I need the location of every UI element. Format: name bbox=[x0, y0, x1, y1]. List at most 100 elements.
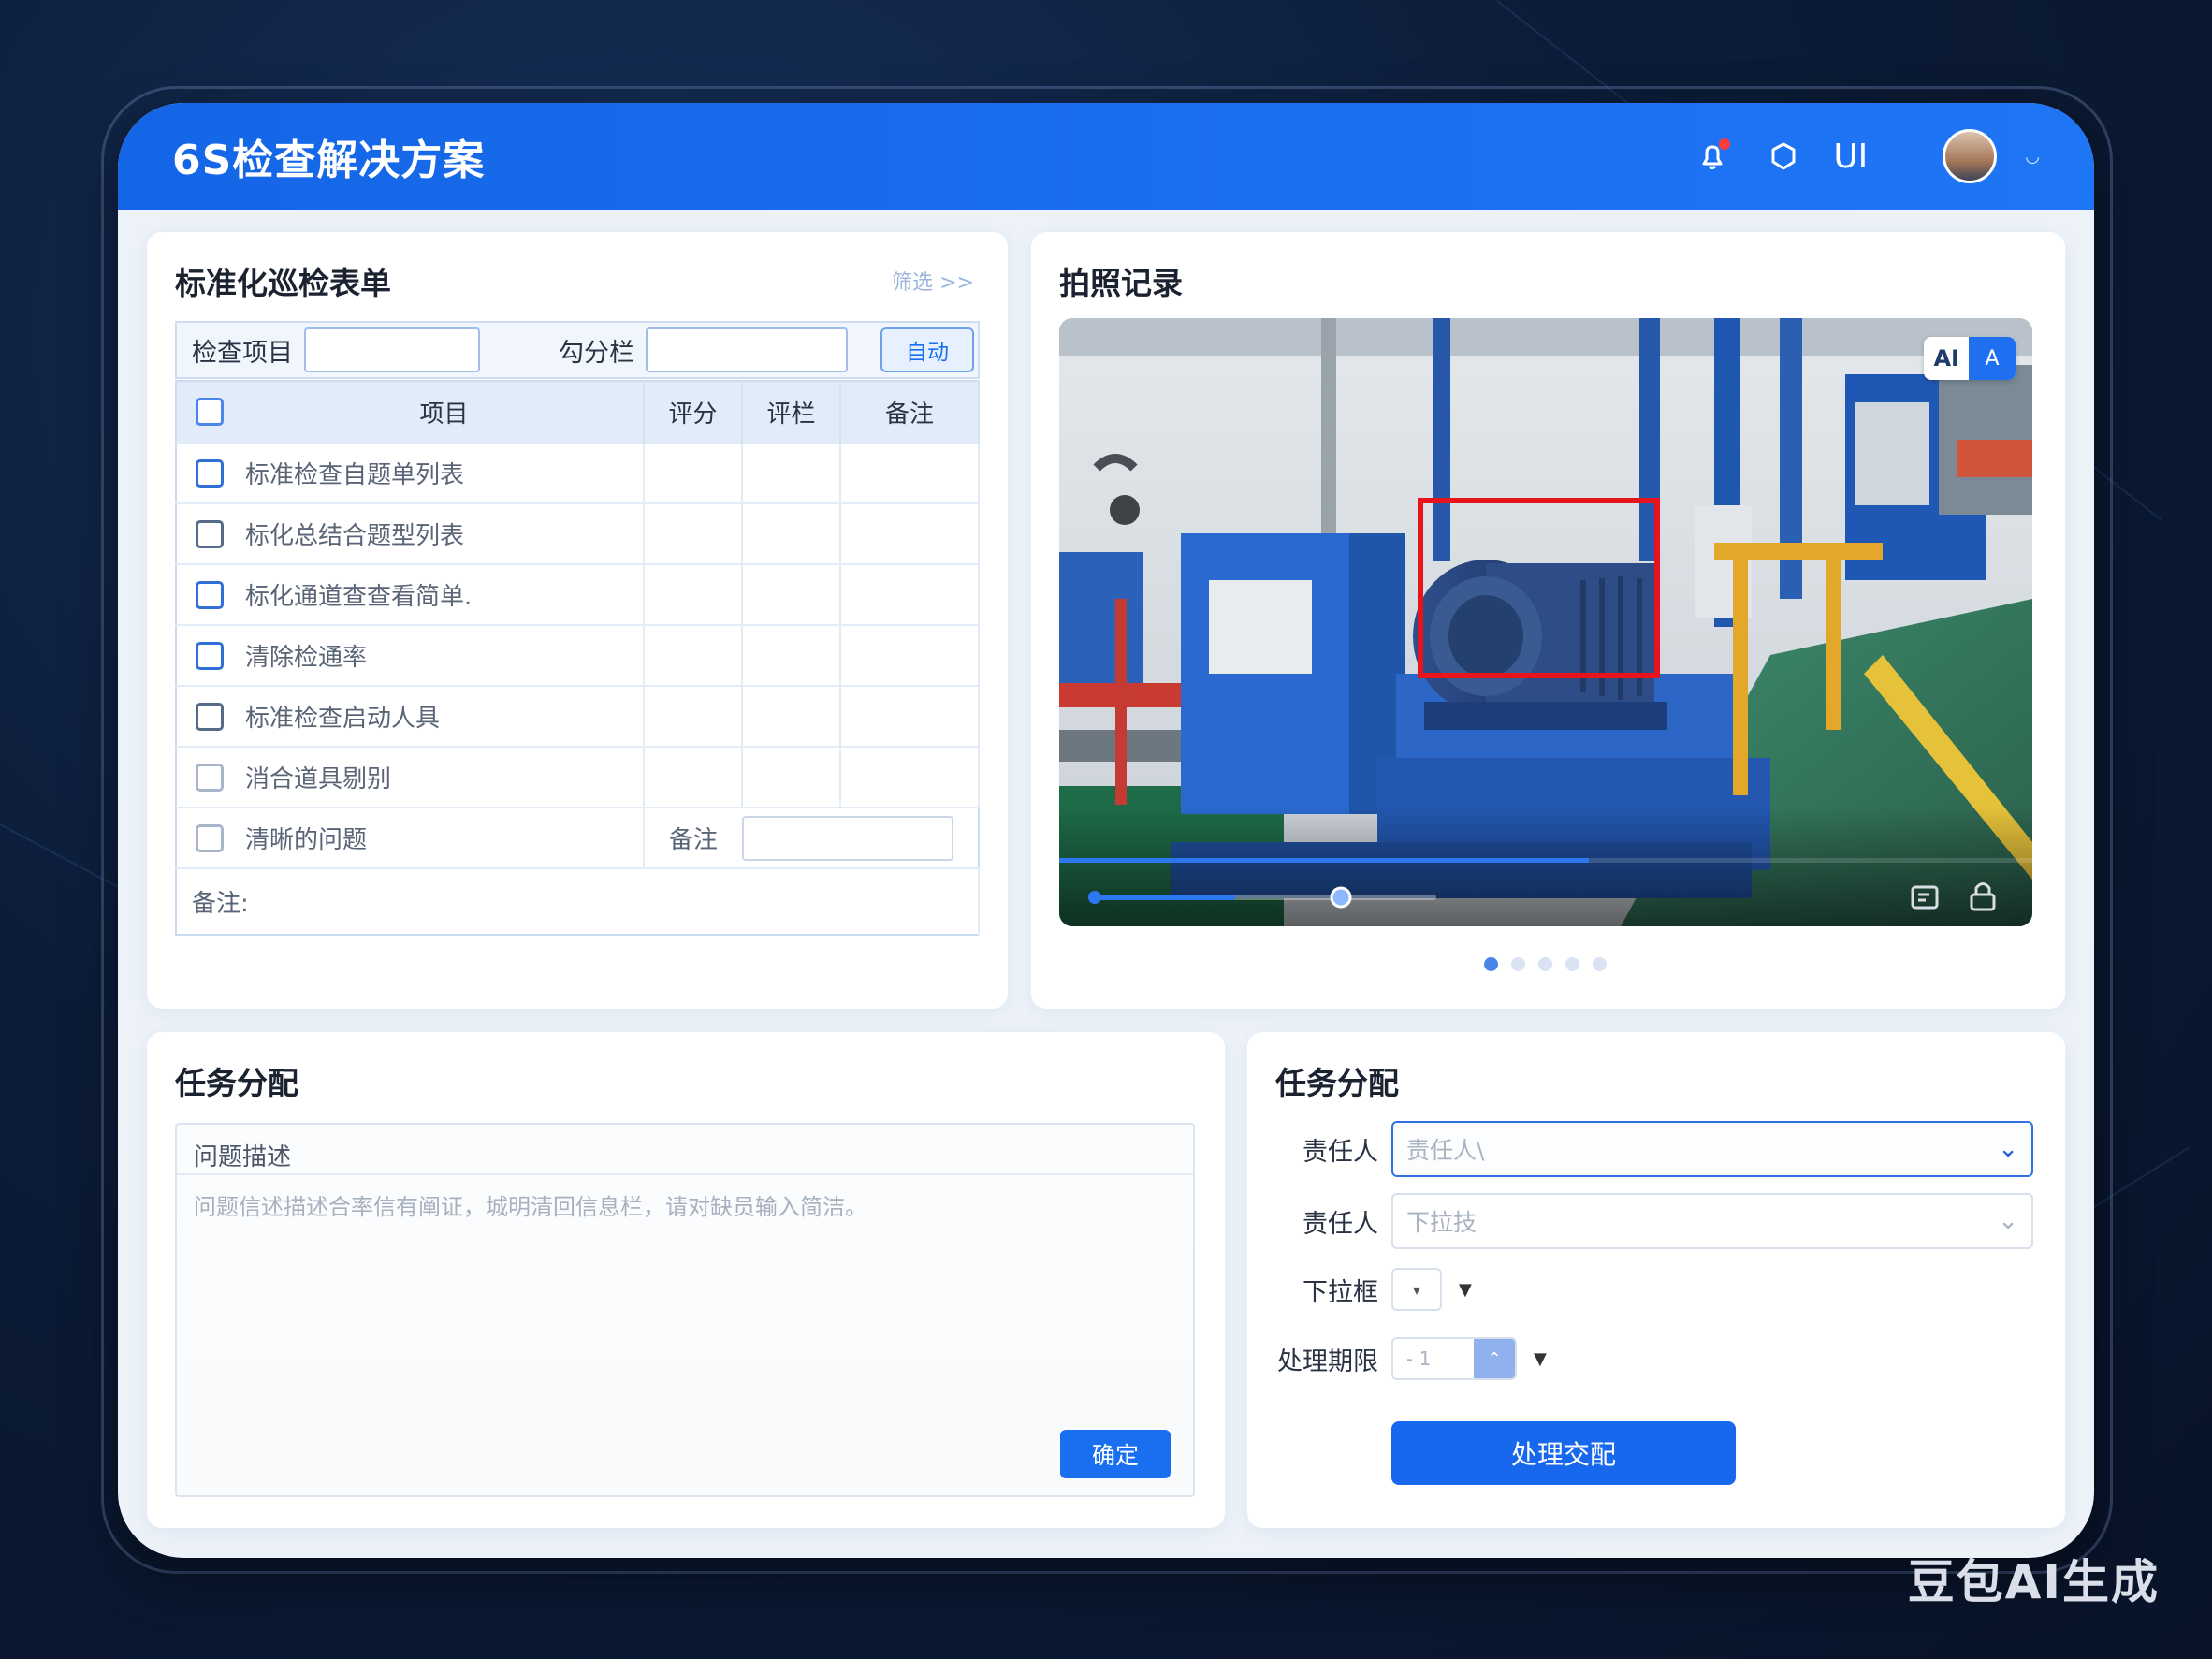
table-row: 清除检通率 bbox=[176, 624, 980, 686]
row-note-cell[interactable] bbox=[840, 502, 980, 564]
carousel-dot[interactable] bbox=[1565, 957, 1579, 971]
stepper-up-icon[interactable]: ⌃ bbox=[1474, 1339, 1515, 1378]
carousel-dot[interactable] bbox=[1484, 957, 1498, 971]
row-score-cell[interactable] bbox=[644, 442, 743, 503]
user-menu-chevron-icon[interactable]: ◡ bbox=[2025, 147, 2040, 167]
row-item-label: 标准检查自题单列表 bbox=[245, 442, 645, 503]
col-score: 评分 bbox=[644, 381, 743, 443]
row-item-label: 标化总结合题型列表 bbox=[245, 502, 645, 564]
table-row: 标准检查自题单列表 bbox=[176, 442, 980, 503]
row-rating-cell[interactable] bbox=[742, 442, 841, 503]
caret-down-icon[interactable]: ▼ bbox=[1459, 1280, 1472, 1300]
row-checkbox[interactable] bbox=[196, 641, 224, 670]
row-rating-cell[interactable] bbox=[742, 502, 841, 564]
carousel-dot[interactable] bbox=[1593, 957, 1607, 971]
ai-badge[interactable]: AI A bbox=[1924, 337, 2016, 380]
app-window: 6S检查解决方案 UI ◡ 标准化巡检表单 筛选 >> 检查项目 勾分栏 自动 bbox=[118, 103, 2094, 1558]
assign-button[interactable]: 处理交配 bbox=[1391, 1421, 1736, 1485]
row-note-cell[interactable] bbox=[840, 563, 980, 625]
row-rating-cell[interactable] bbox=[742, 685, 841, 747]
field-check-item-label: 检查项目 bbox=[192, 338, 293, 368]
row-checkbox[interactable] bbox=[196, 823, 224, 852]
settings-hex-icon[interactable] bbox=[1762, 135, 1805, 178]
row-note-cell[interactable] bbox=[840, 442, 980, 503]
chevron-down-icon: ⌄ bbox=[1998, 1207, 2018, 1235]
caret-down-icon: ▾ bbox=[1412, 1280, 1421, 1299]
task-assign-card: 任务分配 责任人 责任人\ ⌄ 责任人 下拉技 ⌄ 下拉框 ▾ ▼ 处理期限 -… bbox=[1247, 1032, 2065, 1528]
row-score-cell[interactable] bbox=[644, 624, 743, 686]
row-checkbox[interactable] bbox=[196, 763, 224, 792]
row-note-input[interactable] bbox=[742, 815, 953, 861]
header-actions: UI ◡ bbox=[1691, 129, 2040, 183]
task-assign-title: 任务分配 bbox=[1275, 1065, 1399, 1101]
watermark: 豆包AI生成 bbox=[1907, 1555, 2160, 1609]
deadline-row: 处理期限 - 1 ⌃ ▼ bbox=[1273, 1337, 1547, 1380]
owner2-label: 责任人 bbox=[1302, 1209, 1378, 1239]
checklist-filter-bar: 检查项目 勾分栏 自动 bbox=[175, 321, 980, 379]
row-note-cell[interactable] bbox=[840, 746, 980, 808]
row-checkbox[interactable] bbox=[196, 519, 224, 548]
dropdown-row: 下拉框 ▾ ▼ bbox=[1273, 1268, 1472, 1311]
owner2-select-value: 下拉技 bbox=[1406, 1209, 1477, 1236]
row-score-cell[interactable] bbox=[644, 502, 743, 564]
header-user-text[interactable]: UI bbox=[1833, 138, 1868, 176]
carousel-dot[interactable] bbox=[1511, 957, 1525, 971]
ai-badge-text: AI bbox=[1933, 345, 1959, 371]
remarks-row: 备注: bbox=[176, 867, 980, 935]
row-item-label: 清除检通率 bbox=[245, 624, 645, 686]
remarks-label: 备注: bbox=[192, 890, 249, 918]
mini-dropdown[interactable]: ▾ bbox=[1391, 1268, 1442, 1311]
owner-select[interactable]: 责任人\ ⌄ bbox=[1391, 1121, 2033, 1177]
row-score-cell[interactable] bbox=[644, 685, 743, 747]
owner2-select[interactable]: 下拉技 ⌄ bbox=[1391, 1193, 2033, 1249]
score-input[interactable] bbox=[646, 327, 848, 372]
table-row: 清晰的问题 备注 bbox=[176, 807, 979, 868]
problem-description-label: 问题描述 bbox=[177, 1125, 1193, 1175]
row-rating-cell[interactable] bbox=[742, 563, 841, 625]
filter-link[interactable]: 筛选 >> bbox=[892, 266, 974, 296]
row-checkbox[interactable] bbox=[196, 702, 224, 731]
col-note: 备注 bbox=[840, 381, 980, 443]
app-title: 6S检查解决方案 bbox=[172, 137, 486, 184]
table-row: 标化通道查查看简单. bbox=[176, 563, 980, 625]
table-row: 消合道具剔别 bbox=[176, 746, 980, 808]
ai-assist-icon: A bbox=[1969, 337, 2016, 380]
inspection-photo[interactable]: AI A bbox=[1059, 318, 2032, 926]
video-progress-bar[interactable] bbox=[1059, 858, 1589, 863]
row-checkbox[interactable] bbox=[196, 458, 224, 488]
caret-down-icon[interactable]: ▼ bbox=[1534, 1349, 1547, 1369]
avatar[interactable] bbox=[1943, 129, 1998, 183]
owner2-row: 责任人 下拉技 ⌄ bbox=[1273, 1193, 2033, 1249]
row-score-cell[interactable] bbox=[644, 563, 743, 625]
chevron-down-icon: ⌄ bbox=[1998, 1135, 2018, 1163]
carousel-dot[interactable] bbox=[1538, 957, 1552, 971]
task-desc-title: 任务分配 bbox=[175, 1065, 298, 1101]
owner-select-value: 责任人\ bbox=[1406, 1137, 1485, 1164]
table-header-row: 项目 评分 评栏 备注 bbox=[176, 381, 980, 443]
owner-label: 责任人 bbox=[1302, 1137, 1378, 1167]
table-row: 标化总结合题型列表 bbox=[176, 502, 980, 564]
photo-title: 拍照记录 bbox=[1059, 265, 1183, 301]
row-rating-cell[interactable] bbox=[742, 624, 841, 686]
checklist-card: 标准化巡检表单 筛选 >> 检查项目 勾分栏 自动 项目 评分 评栏 备注 标准… bbox=[147, 232, 1008, 1009]
submit-button[interactable]: 确定 bbox=[1060, 1430, 1171, 1478]
remarks-area[interactable]: 备注: bbox=[176, 867, 980, 935]
dropdown-label: 下拉框 bbox=[1302, 1277, 1378, 1307]
row-note-cell[interactable] bbox=[840, 624, 980, 686]
problem-description-textarea[interactable]: 问题描述 问题信述描述合率信有阐证，城明清回信息栏，请对缺员输入简洁。 确定 bbox=[175, 1123, 1195, 1497]
row-note-cell[interactable] bbox=[840, 685, 980, 747]
row-score-cell[interactable] bbox=[644, 746, 743, 808]
check-item-input[interactable] bbox=[304, 327, 480, 372]
photo-card: 拍照记录 AI A bbox=[1031, 232, 2065, 1009]
row-rating-cell[interactable] bbox=[742, 746, 841, 808]
deadline-stepper[interactable]: - 1 ⌃ bbox=[1391, 1337, 1517, 1380]
carousel-dots bbox=[1484, 957, 1607, 971]
slider-handle[interactable] bbox=[1330, 886, 1352, 909]
field-score-label: 勾分栏 bbox=[559, 338, 634, 368]
owner-row: 责任人 责任人\ ⌄ bbox=[1273, 1121, 2033, 1177]
row-checkbox[interactable] bbox=[196, 580, 224, 609]
select-all-checkbox[interactable] bbox=[196, 398, 224, 427]
auto-button[interactable]: 自动 bbox=[880, 327, 974, 372]
notification-bell-icon[interactable] bbox=[1691, 135, 1734, 178]
row-item-label: 标准检查启动人具 bbox=[245, 685, 645, 747]
